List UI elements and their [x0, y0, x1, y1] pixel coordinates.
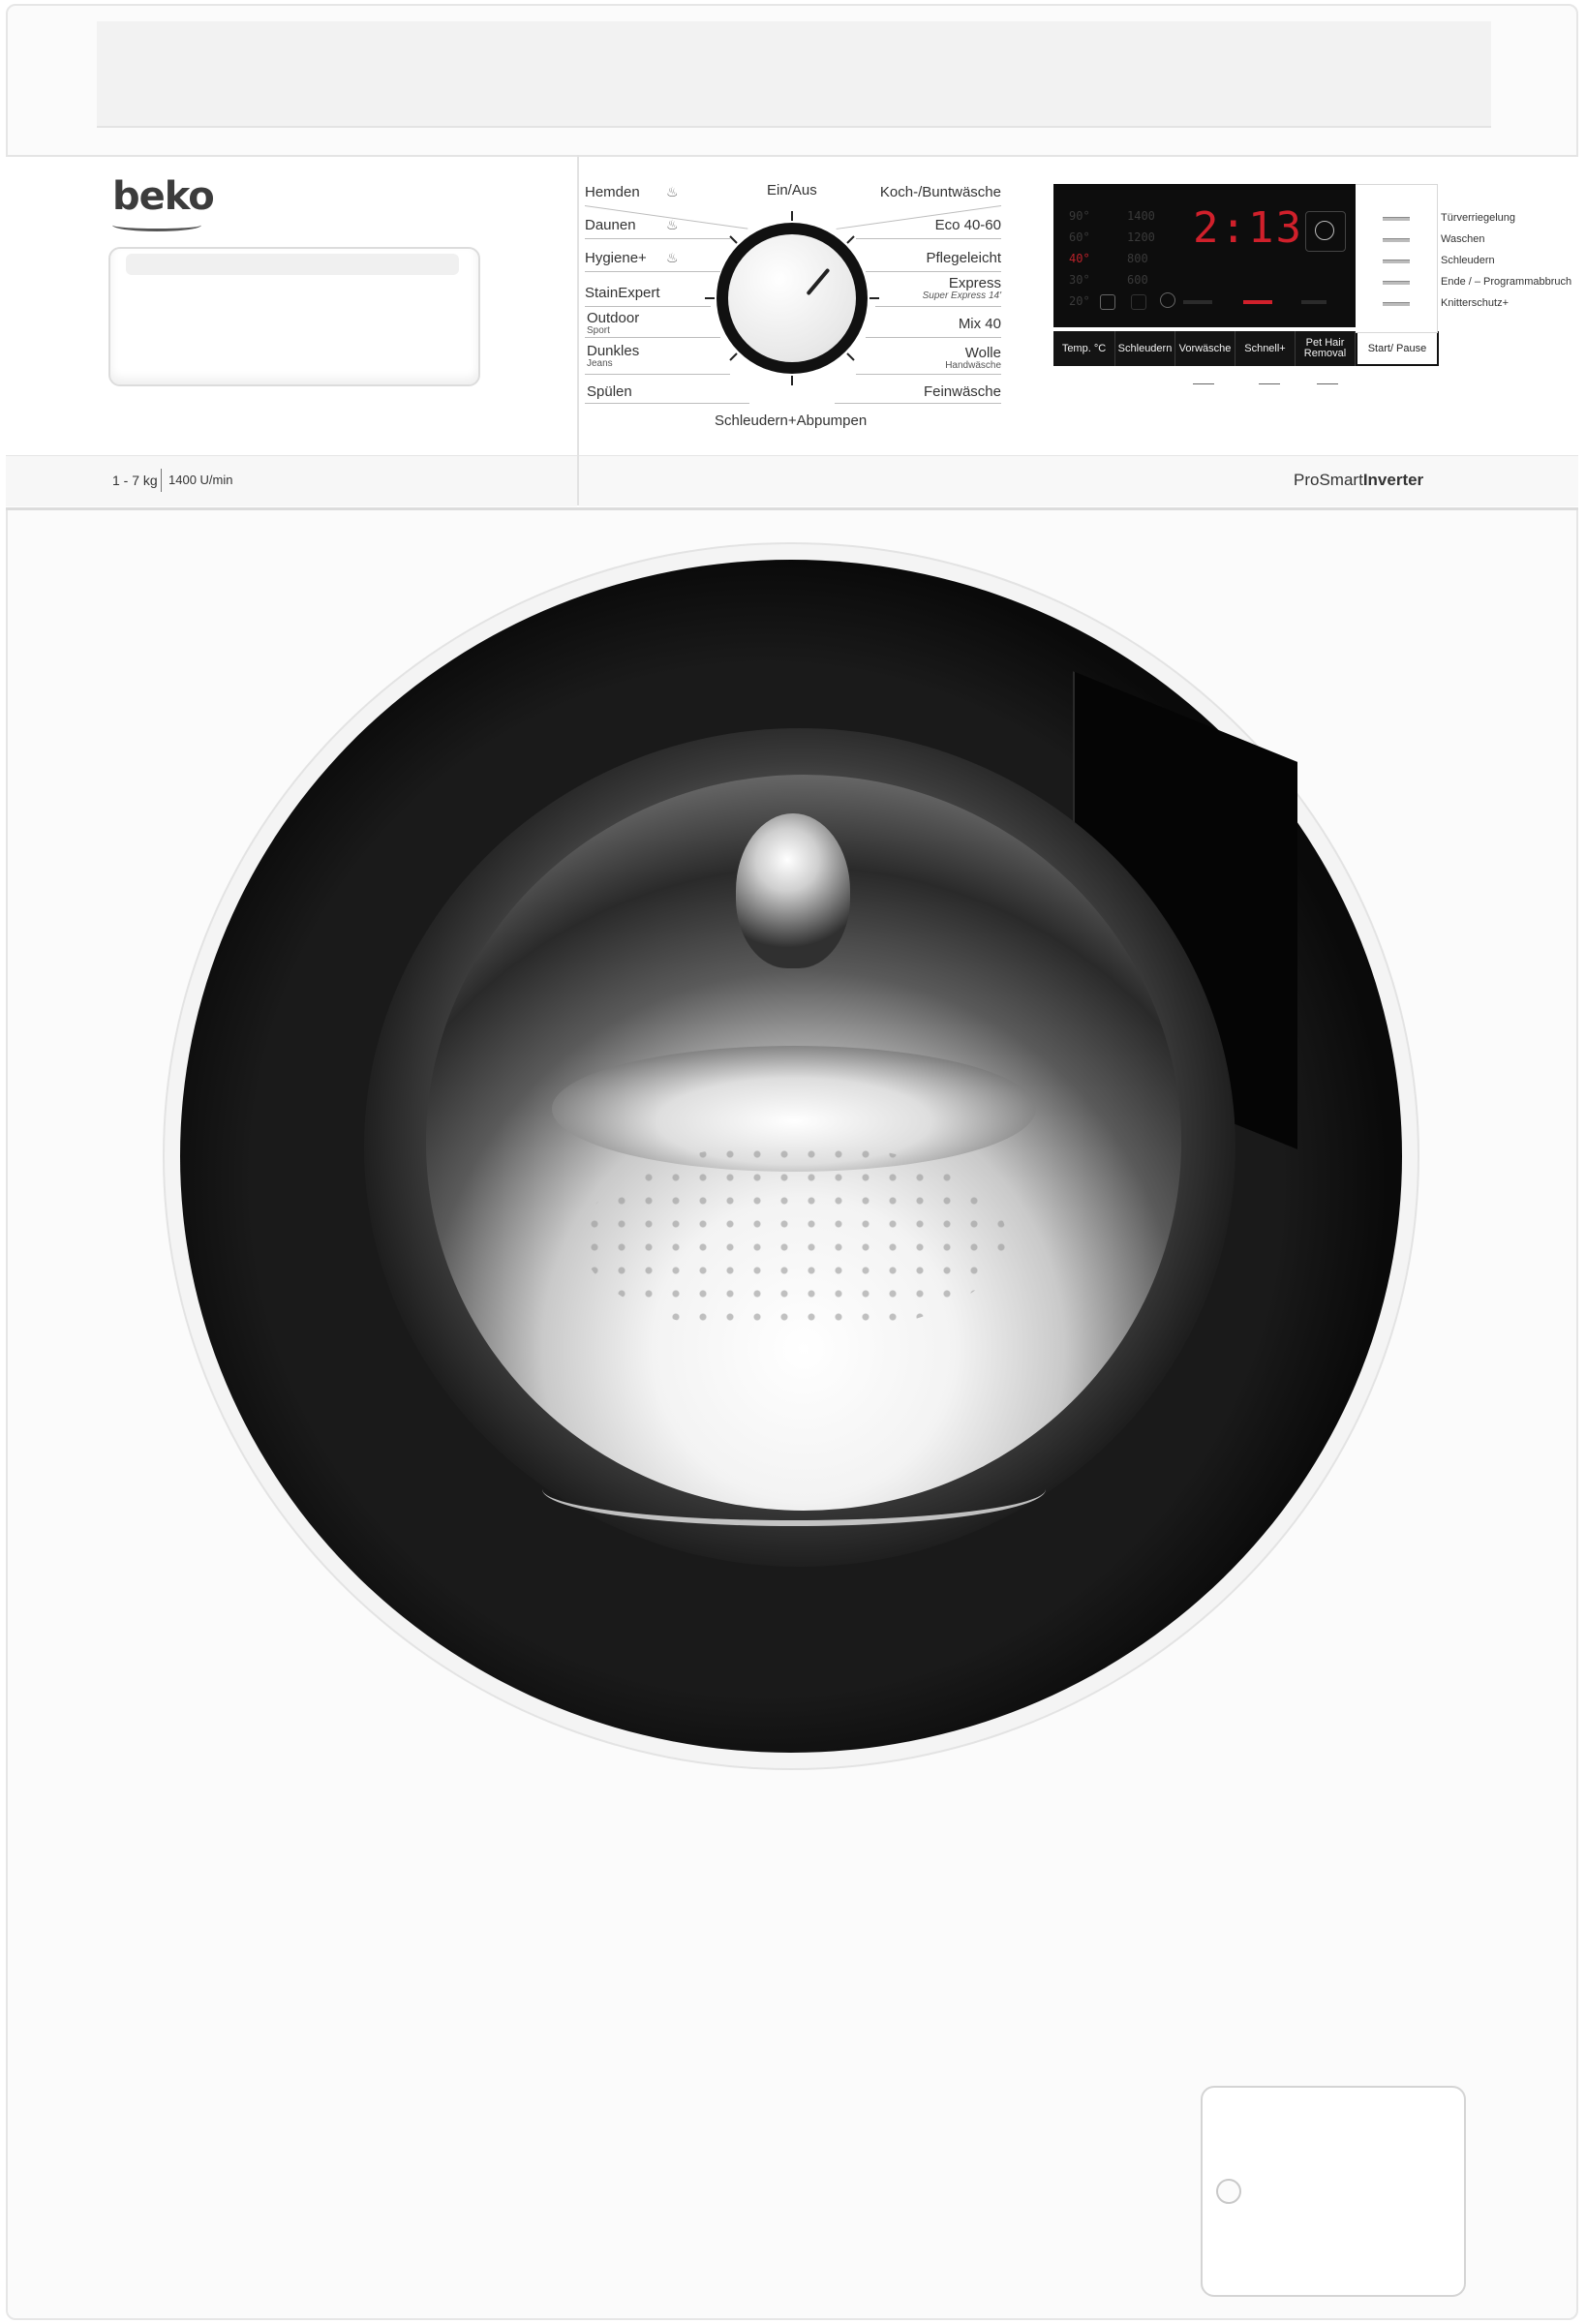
program-koch-buntwaesche[interactable]: Koch-/Buntwäsche	[871, 184, 1001, 200]
spin-600: 600	[1127, 273, 1148, 287]
program-dunkles[interactable]: Dunkles Jeans	[587, 343, 639, 369]
steam-icon	[1131, 294, 1146, 310]
program-outdoor[interactable]: Outdoor Sport	[587, 310, 639, 336]
child-lock-3s-icon	[1259, 370, 1280, 384]
program-dial-knob[interactable]	[728, 234, 856, 362]
no-spin-icon	[1160, 292, 1175, 308]
dial-label-spin-drain: Schleudern+Abpumpen	[715, 413, 868, 429]
indicator-led	[1383, 281, 1410, 285]
leader-line	[585, 306, 711, 307]
spin-speed-label: 1400 U/min	[168, 473, 233, 487]
indicator-led	[1383, 238, 1410, 242]
program-feinwaesche[interactable]: Feinwäsche	[871, 383, 1001, 400]
spec-strip	[6, 455, 577, 506]
indicator-bar-active	[1243, 300, 1272, 304]
spin-button[interactable]: Schleudern	[1115, 331, 1175, 366]
program-pflegeleicht[interactable]: Pflegeleicht	[871, 250, 1001, 266]
temp-90: 90°	[1069, 209, 1090, 223]
program-hemden[interactable]: Hemden	[585, 184, 640, 200]
temp-40-active: 40°	[1069, 252, 1090, 265]
quick-button[interactable]: Schnell+	[1235, 331, 1296, 366]
indicator-door-lock: Türverriegelung	[1441, 212, 1516, 224]
indicator-end: Ende / – Programmabbruch	[1441, 276, 1572, 288]
indicator-led	[1383, 217, 1410, 221]
function-buttons: Temp. °C Schleudern Vorwäsche Schnell+ P…	[1053, 331, 1439, 366]
leader-line	[835, 403, 1001, 404]
program-express[interactable]: Express Super Express 14'	[871, 275, 1001, 301]
dial-label-power: Ein/Aus	[767, 182, 817, 199]
top-lid	[97, 21, 1491, 128]
steam-icon: ♨	[666, 217, 679, 232]
leader-line	[866, 337, 1001, 338]
temp-button[interactable]: Temp. °C	[1053, 331, 1115, 366]
program-mix-40[interactable]: Mix 40	[871, 316, 1001, 332]
leader-line	[585, 403, 749, 404]
indicator-anti-crease: Knitterschutz+	[1441, 297, 1510, 309]
drum-hub	[736, 813, 850, 968]
indicator-led	[1383, 260, 1410, 263]
capacity-label: 1 - 7 kg	[112, 473, 158, 488]
steam-icon: ♨	[666, 250, 679, 265]
status-indicator-panel	[1356, 184, 1438, 333]
drum-perforation	[581, 1143, 1007, 1336]
indicator-bar	[1183, 300, 1212, 304]
indicator-led	[1383, 302, 1410, 306]
spin-1400: 1400	[1127, 209, 1155, 223]
remaining-time: 2:13	[1193, 203, 1303, 253]
pet-hair-button[interactable]: Pet Hair Removal	[1296, 331, 1356, 366]
steam-icon: ♨	[666, 184, 679, 199]
drawer-handle[interactable]	[126, 254, 459, 275]
leader-line	[585, 271, 720, 272]
spec-divider	[161, 469, 162, 492]
program-wolle[interactable]: Wolle Handwäsche	[871, 345, 1001, 371]
series-name: ProSmartInverter	[1294, 471, 1424, 489]
spin-1200: 1200	[1127, 230, 1155, 244]
program-spuelen[interactable]: Spülen	[587, 383, 632, 400]
program-eco-40-60[interactable]: Eco 40-60	[871, 217, 1001, 233]
indicator-wash: Waschen	[1441, 233, 1485, 245]
3s-icon	[1193, 370, 1214, 384]
brand-logo: beko	[112, 174, 215, 219]
shirt-icon	[1100, 294, 1115, 310]
indicator-bar	[1301, 300, 1327, 304]
glass-reflection	[542, 1452, 1046, 1526]
leader-line	[866, 271, 1001, 272]
program-stainexpert[interactable]: StainExpert	[585, 285, 660, 301]
clock-icon	[1315, 221, 1334, 240]
flap-release-hole[interactable]	[1216, 2179, 1241, 2204]
prewash-button[interactable]: Vorwäsche	[1175, 331, 1235, 366]
program-hygiene[interactable]: Hygiene+	[585, 250, 647, 266]
temp-30: 30°	[1069, 273, 1090, 287]
start-pause-button[interactable]: Start/ Pause	[1356, 331, 1439, 366]
leader-line	[875, 306, 1001, 307]
indicator-spin: Schleudern	[1441, 255, 1495, 266]
series-strip	[579, 455, 1578, 506]
logo-swoosh	[112, 219, 201, 231]
spin-800: 800	[1127, 252, 1148, 265]
program-daunen[interactable]: Daunen	[585, 217, 636, 233]
temp-20: 20°	[1069, 294, 1090, 308]
temp-60: 60°	[1069, 230, 1090, 244]
leader-line	[585, 337, 720, 338]
remote-3s-icon	[1317, 370, 1338, 384]
